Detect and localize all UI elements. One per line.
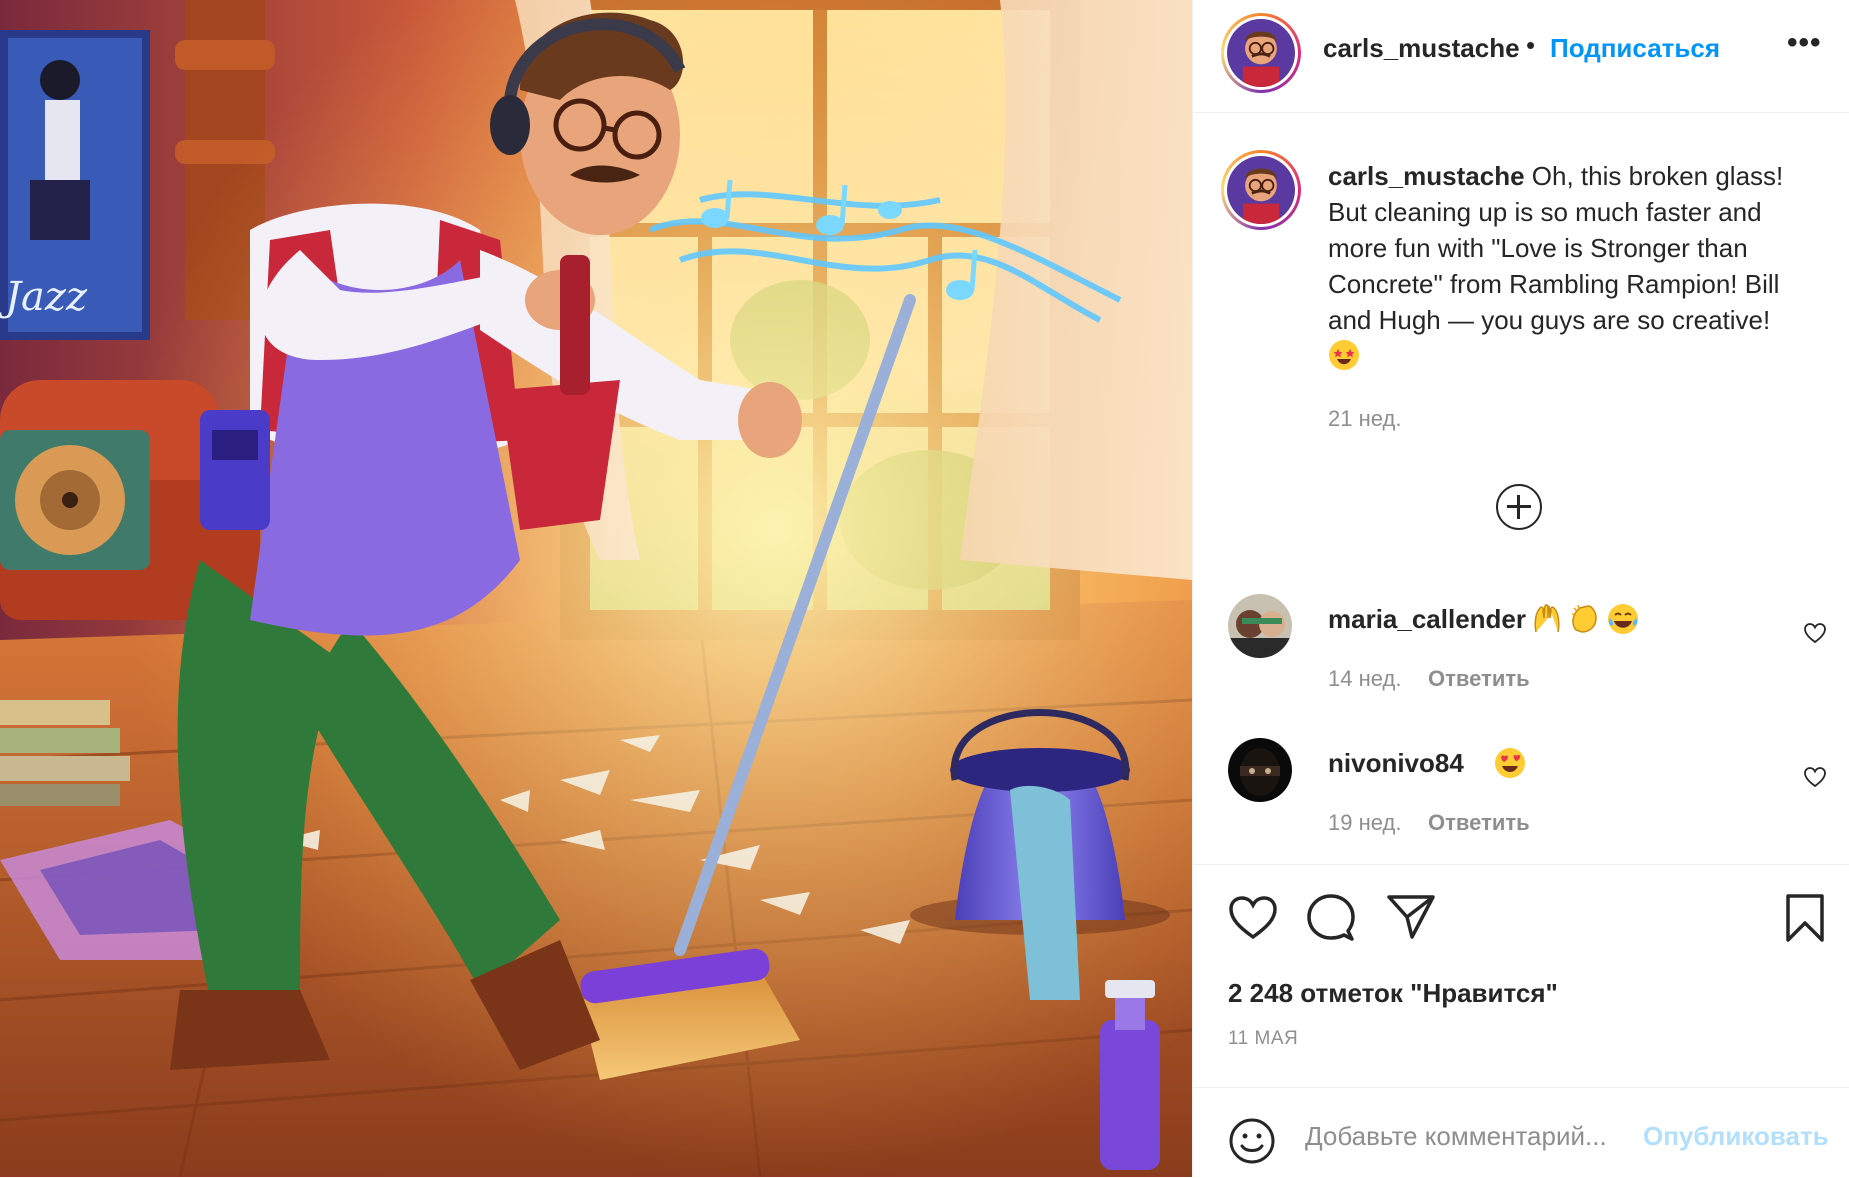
- separator-dot: •: [1526, 30, 1536, 60]
- load-more-comments-icon[interactable]: [1496, 484, 1542, 530]
- heart-eyes-emoji: [1495, 748, 1525, 778]
- comment-like-icon[interactable]: [1803, 766, 1827, 788]
- post-illustration: Jazz: [0, 0, 1192, 1177]
- emoji-picker-icon[interactable]: [1228, 1117, 1276, 1165]
- comment-timestamp: 14 нед.: [1328, 666, 1402, 691]
- author-avatar[interactable]: [1221, 13, 1301, 93]
- likes-count[interactable]: 2 248 отметок "Нравится": [1228, 978, 1558, 1009]
- author-username[interactable]: carls_mustache: [1323, 33, 1520, 64]
- caption-avatar[interactable]: [1221, 150, 1301, 230]
- post-image[interactable]: Jazz: [0, 0, 1192, 1177]
- comment-emojis: [1530, 602, 1640, 636]
- comment-icon[interactable]: [1306, 893, 1356, 943]
- heart-icon[interactable]: [1228, 895, 1278, 941]
- follow-button[interactable]: Подписаться: [1550, 33, 1720, 64]
- raising-hands-emoji: [1534, 604, 1560, 633]
- comment-username[interactable]: maria_callender: [1328, 604, 1526, 635]
- publish-button[interactable]: Опубликовать: [1643, 1121, 1829, 1152]
- tears-of-joy-emoji: [1608, 604, 1638, 634]
- comment-input[interactable]: [1303, 1117, 1652, 1155]
- add-comment-bar: Опубликовать: [1193, 1087, 1849, 1178]
- share-icon[interactable]: [1386, 893, 1436, 941]
- comment-row: maria_callender 14 нед. Ответить: [1193, 594, 1849, 714]
- caption-timestamp: 21 нед.: [1328, 406, 1402, 431]
- clapping-hands-emoji: [1571, 604, 1597, 633]
- comment-like-icon[interactable]: [1803, 622, 1827, 644]
- comment-row: nivonivo84 19 нед. Ответить: [1193, 738, 1849, 858]
- reply-button[interactable]: Ответить: [1428, 666, 1530, 692]
- bookmark-icon[interactable]: [1785, 893, 1825, 943]
- comment-emojis: [1493, 746, 1527, 780]
- poster-text: Jazz: [0, 274, 88, 320]
- more-options-icon[interactable]: •••: [1787, 26, 1822, 60]
- post-sidebar: carls_mustache • Подписаться ••• carls_m…: [1192, 0, 1849, 1177]
- caption-username[interactable]: carls_mustache: [1328, 161, 1525, 191]
- star-struck-emoji: [1328, 339, 1360, 376]
- comment-username[interactable]: nivonivo84: [1328, 748, 1464, 779]
- commenter-avatar[interactable]: [1228, 738, 1292, 802]
- commenter-avatar[interactable]: [1228, 594, 1292, 658]
- caption-text-block: carls_mustache Oh, this broken glass! Bu…: [1328, 158, 1828, 338]
- post-header: carls_mustache • Подписаться •••: [1193, 0, 1849, 113]
- comment-timestamp: 19 нед.: [1328, 810, 1402, 835]
- reply-button[interactable]: Ответить: [1428, 810, 1530, 836]
- post-date: 11 МАЯ: [1228, 1028, 1299, 1049]
